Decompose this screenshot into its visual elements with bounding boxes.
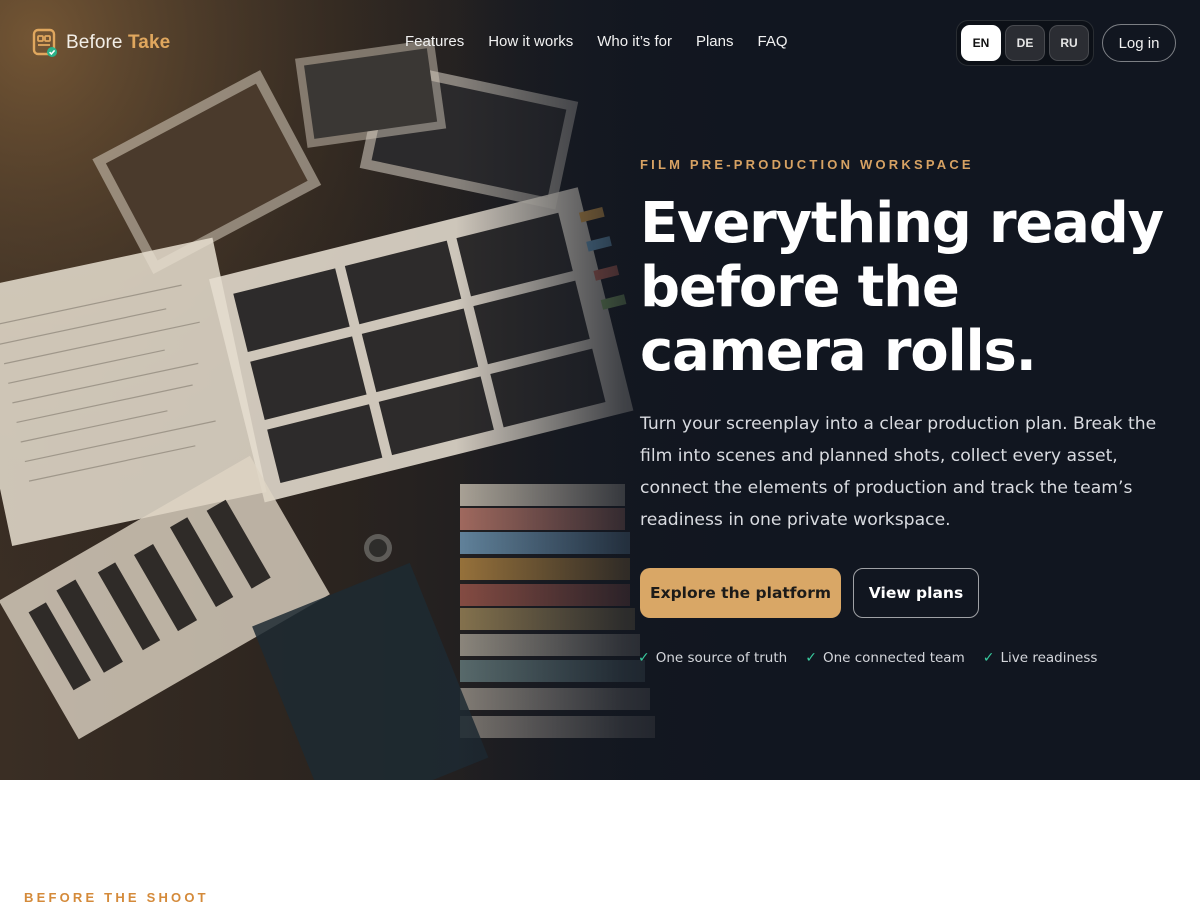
explore-platform-button[interactable]: Explore the platform bbox=[640, 568, 841, 618]
hero-kicker: FILM PRE-PRODUCTION WORKSPACE bbox=[640, 157, 974, 172]
benefit-label: One connected team bbox=[822, 650, 965, 666]
brand-name: Before Take bbox=[66, 32, 171, 53]
nav-link-features[interactable]: Features bbox=[405, 33, 464, 50]
nav-link-faq[interactable]: FAQ bbox=[758, 33, 788, 50]
language-button-de[interactable]: DE bbox=[1005, 25, 1045, 61]
check-icon: ✓ bbox=[638, 650, 650, 666]
benefit-label: One source of truth bbox=[655, 650, 788, 666]
hero-benefits: ✓ One source of truth ✓ One connected te… bbox=[638, 650, 1097, 666]
login-button[interactable]: Log in bbox=[1102, 24, 1176, 62]
benefit-label: Live readiness bbox=[1000, 650, 1098, 666]
check-icon: ✓ bbox=[805, 650, 817, 666]
view-plans-button[interactable]: View plans bbox=[853, 568, 979, 618]
benefit-item: ✓ Live readiness bbox=[983, 650, 1098, 666]
language-button-ru[interactable]: RU bbox=[1049, 25, 1089, 61]
language-switcher: EN DE RU bbox=[956, 20, 1094, 66]
language-button-en[interactable]: EN bbox=[961, 25, 1001, 61]
hero-photo bbox=[0, 0, 700, 780]
top-nav: Before Take Features How it works Who it… bbox=[0, 0, 1200, 86]
section-kicker: BEFORE THE SHOOT bbox=[24, 890, 209, 905]
nav-link-how-it-works[interactable]: How it works bbox=[488, 33, 573, 50]
clapperboard-check-icon bbox=[32, 28, 58, 58]
benefit-item: ✓ One source of truth bbox=[638, 650, 787, 666]
hero-headline: Everything ready before the camera rolls… bbox=[640, 191, 1164, 384]
nav-link-who-its-for[interactable]: Who it’s for bbox=[597, 33, 672, 50]
hero-description: Turn your screenplay into a clear produc… bbox=[640, 414, 1157, 530]
brand-logo-link[interactable]: Before Take bbox=[32, 28, 170, 58]
check-icon: ✓ bbox=[982, 650, 995, 666]
benefit-item: ✓ One connected team bbox=[805, 650, 965, 666]
nav-link-plans[interactable]: Plans bbox=[696, 33, 734, 50]
hero-section: Before Take Features How it works Who it… bbox=[0, 0, 1200, 780]
primary-menu: Features How it works Who it’s for Plans… bbox=[405, 33, 788, 50]
